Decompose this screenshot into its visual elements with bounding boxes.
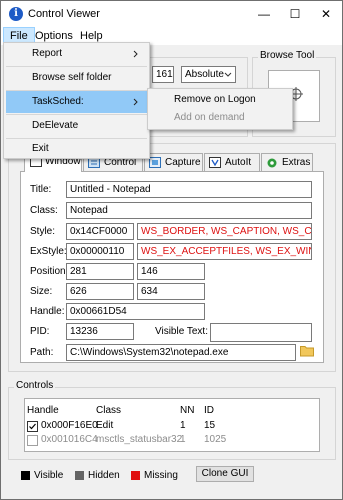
exstyle-flags-field[interactable]: WS_EX_ACCEPTFILES, WS_EX_WINDOW: [137, 243, 312, 260]
path-label: Path:: [30, 347, 54, 358]
handle-field[interactable]: 0x00661D54: [66, 303, 205, 320]
row-nn: 1: [180, 434, 186, 445]
menu-item-deelevate[interactable]: DeElevate: [6, 115, 147, 137]
legend-hidden-swatch: [75, 471, 84, 480]
tab-extras[interactable]: Extras: [261, 153, 313, 171]
pid-field[interactable]: 13236: [66, 323, 134, 340]
title-bar[interactable]: i Control Viewer — ☐ ✕: [1, 1, 342, 27]
legend-visible-swatch: [21, 471, 30, 480]
style-label: Style:: [30, 226, 56, 237]
menu-item-browse-self-folder[interactable]: Browse self folder: [6, 67, 147, 89]
tasksched-submenu: Remove on Logon Add on demand: [147, 88, 293, 130]
row-id: 1025: [204, 434, 227, 445]
col-nn[interactable]: NN: [180, 405, 194, 416]
clone-gui-button[interactable]: Clone GUI: [196, 466, 254, 482]
col-id[interactable]: ID: [204, 405, 214, 416]
title-field[interactable]: Untitled - Notepad: [66, 181, 312, 198]
menu-item-report-label: Report: [32, 48, 63, 59]
folder-icon[interactable]: [300, 344, 314, 358]
table-row[interactable]: 0x000F16E0 Edit 1 15: [25, 420, 315, 433]
size-height-field[interactable]: 634: [137, 283, 205, 300]
close-button[interactable]: ✕: [311, 2, 341, 26]
table-row[interactable]: 0x001016C4 msctls_statusbar32 1 1025: [25, 434, 315, 447]
title-label: Title:: [30, 184, 52, 195]
menu-item-remove-on-logon[interactable]: Remove on Logon: [150, 91, 290, 109]
app-icon: i: [9, 7, 23, 21]
row-handle: 0x000F16E0: [41, 420, 98, 431]
row-checkbox[interactable]: [27, 421, 38, 432]
legend-missing-label: Missing: [144, 470, 178, 481]
gear-icon: [266, 157, 278, 169]
coordinate-field[interactable]: 161: [152, 66, 174, 83]
row-nn: 1: [180, 420, 186, 431]
position-label: Position:: [30, 266, 69, 277]
size-label: Size:: [30, 286, 53, 297]
tab-capture[interactable]: Capture: [144, 153, 203, 171]
controls-label: Controls: [14, 380, 56, 391]
legend-visible-label: Visible: [34, 470, 64, 481]
row-checkbox[interactable]: [27, 435, 38, 446]
menu-item-add-on-demand[interactable]: Add on demand: [150, 109, 290, 127]
chevron-right-icon: [133, 43, 139, 65]
menu-item-tasksched-label: TaskSched:: [32, 96, 84, 107]
row-id: 15: [204, 420, 216, 431]
minimize-button[interactable]: —: [249, 2, 279, 26]
row-handle: 0x001016C4: [41, 434, 98, 445]
visible-text-label: Visible Text:: [155, 326, 208, 337]
autoit-icon: [209, 157, 221, 168]
file-menu: Report Browse self folder TaskSched: DeE…: [3, 42, 150, 159]
tab-autoit[interactable]: AutoIt: [204, 153, 260, 171]
mode-select[interactable]: Absolute: [181, 66, 236, 83]
tab-capture-label: Capture: [165, 157, 201, 168]
handle-label: Handle:: [30, 306, 65, 317]
exstyle-field[interactable]: 0x00000110: [66, 243, 134, 260]
class-field[interactable]: Notepad: [66, 202, 312, 219]
size-width-field[interactable]: 626: [66, 283, 134, 300]
tab-autoit-label: AutoIt: [225, 157, 252, 168]
position-y-field[interactable]: 146: [137, 263, 205, 280]
row-class: msctls_statusbar32: [96, 434, 183, 445]
path-field[interactable]: C:\Windows\System32\notepad.exe: [66, 344, 296, 361]
position-x-field[interactable]: 281: [66, 263, 134, 280]
mode-select-value: Absolute: [185, 69, 224, 80]
style-flags-field[interactable]: WS_BORDER, WS_CAPTION, WS_CLIPSIE: [137, 223, 312, 240]
menu-item-tasksched[interactable]: TaskSched:: [6, 91, 147, 113]
chevron-down-icon: [224, 67, 232, 82]
col-handle[interactable]: Handle: [27, 405, 59, 416]
pid-label: PID:: [30, 326, 50, 337]
legend-hidden-label: Hidden: [88, 470, 120, 481]
tab-extras-label: Extras: [282, 157, 311, 168]
window-title: Control Viewer: [28, 8, 100, 20]
visible-text-field[interactable]: [210, 323, 312, 342]
class-label: Class:: [30, 205, 58, 216]
legend-missing-swatch: [131, 471, 140, 480]
capture-icon: [149, 157, 161, 168]
style-field[interactable]: 0x14CF0000: [66, 223, 134, 240]
menu-item-report[interactable]: Report: [6, 43, 147, 65]
menu-item-exit[interactable]: Exit: [6, 139, 147, 159]
browse-tool-label: Browse Tool: [258, 50, 317, 61]
maximize-button[interactable]: ☐: [280, 2, 310, 26]
col-class[interactable]: Class: [96, 405, 121, 416]
chevron-right-icon: [133, 91, 139, 113]
row-class: Edit: [96, 420, 114, 431]
exstyle-label: ExStyle:: [30, 246, 67, 257]
